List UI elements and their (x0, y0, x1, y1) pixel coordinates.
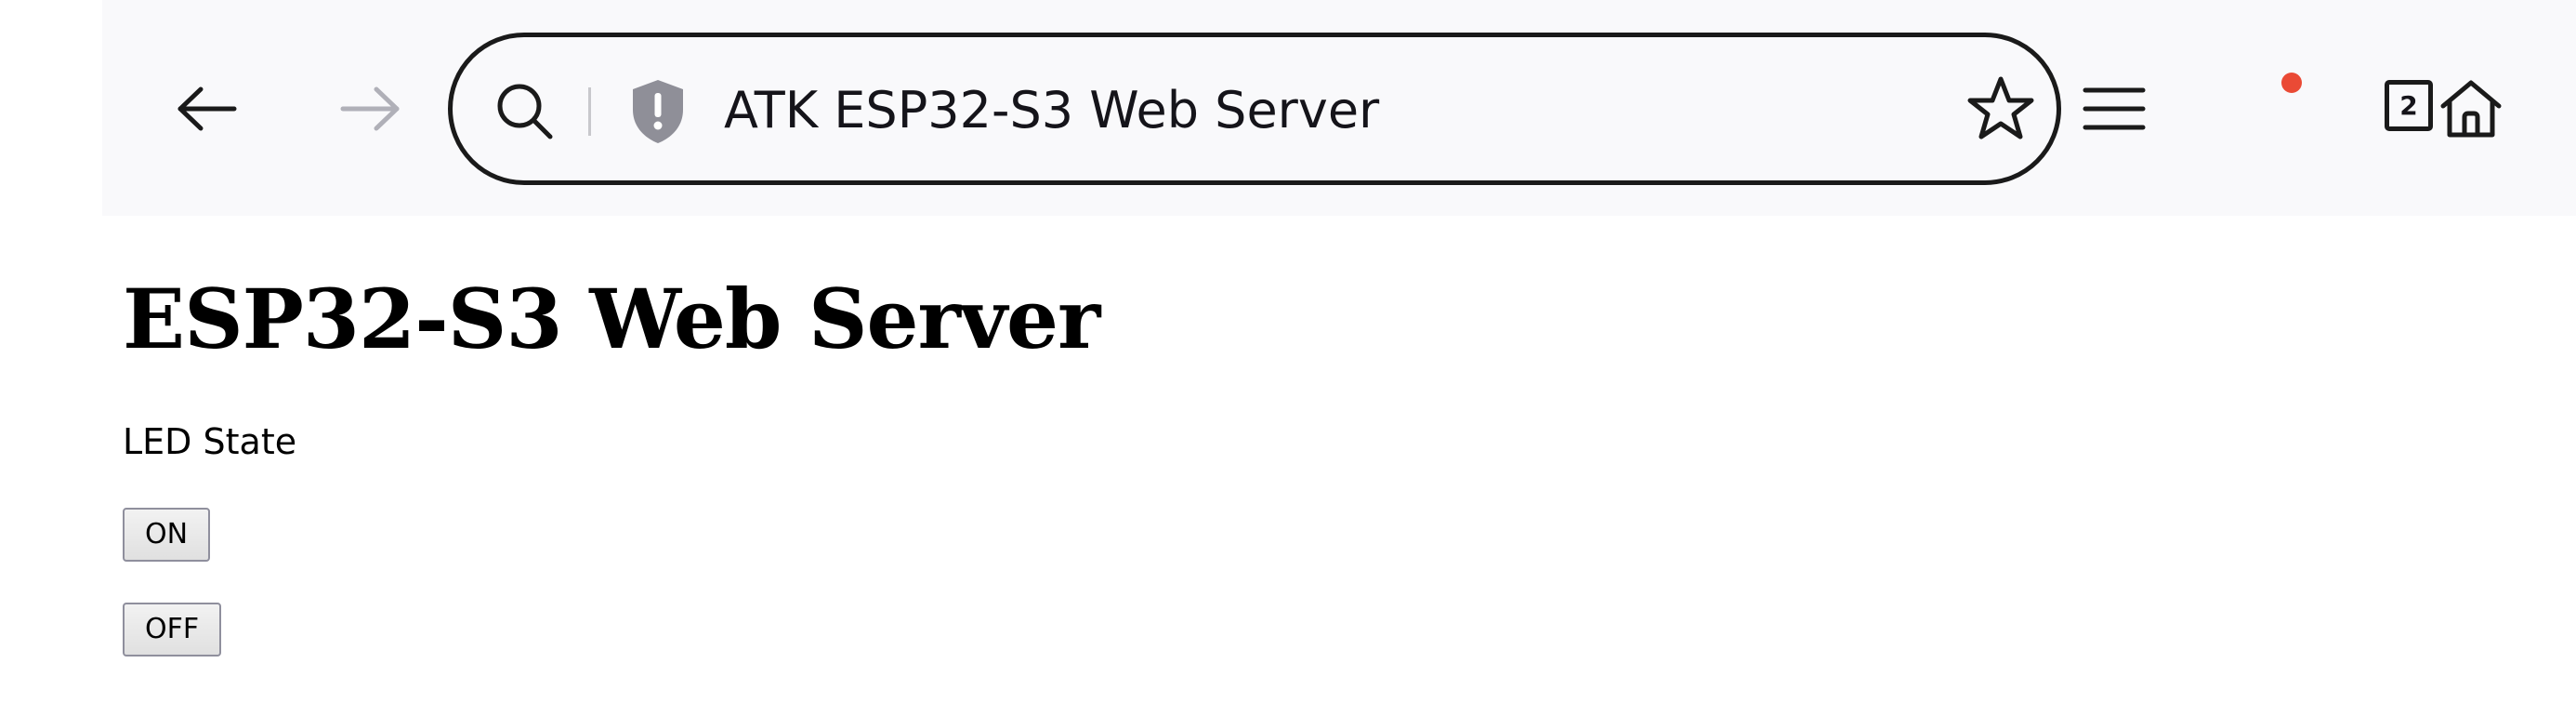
search-icon[interactable] (494, 81, 556, 142)
back-button[interactable] (156, 58, 258, 160)
menu-button[interactable] (2063, 58, 2165, 160)
arrow-left-icon (177, 86, 237, 131)
hamburger-menu-icon (2083, 87, 2146, 130)
home-icon (2440, 80, 2502, 138)
address-bar[interactable]: ATK ESP32-S3 Web Server (448, 33, 2061, 185)
star-icon[interactable] (1966, 74, 2035, 143)
browser-toolbar: ATK ESP32-S3 Web Server 2 (102, 0, 2576, 216)
page-title: ESP32-S3 Web Server (123, 271, 1100, 367)
notification-dot (2281, 73, 2302, 93)
home-button[interactable] (2420, 58, 2522, 160)
shield-warning-icon[interactable] (629, 78, 687, 145)
arrow-right-icon (340, 86, 400, 131)
forward-button[interactable] (319, 58, 421, 160)
address-text[interactable]: ATK ESP32-S3 Web Server (724, 78, 1379, 143)
led-state-label: LED State (123, 421, 297, 462)
address-divider (588, 87, 591, 136)
led-off-button[interactable]: OFF (123, 603, 222, 657)
led-on-button[interactable]: ON (123, 508, 211, 562)
